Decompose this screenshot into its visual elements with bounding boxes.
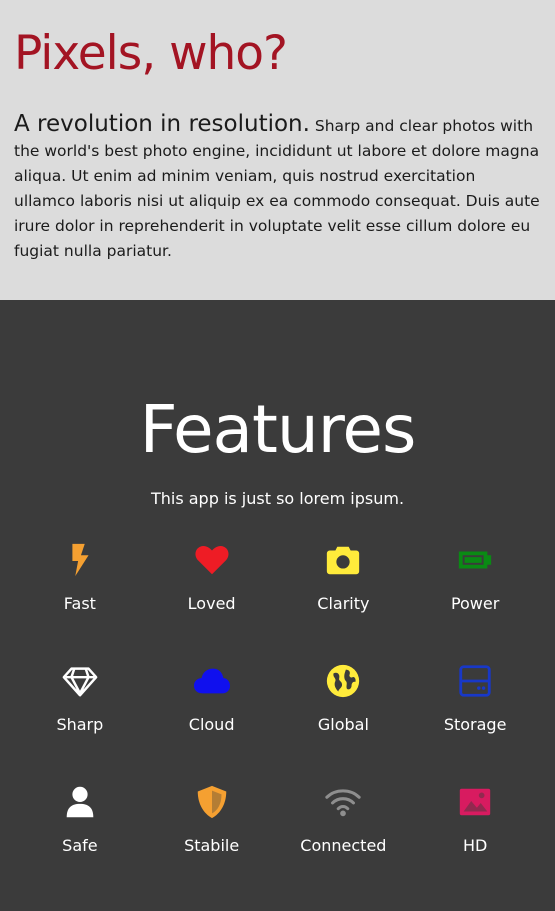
feature-global: Global [278, 661, 410, 737]
feature-label: Connected [300, 836, 387, 855]
features-title: Features [139, 391, 417, 468]
user-icon [60, 782, 100, 822]
feature-loved: Loved [146, 540, 278, 616]
feature-label: Fast [63, 594, 96, 613]
features-grid: Fast Loved Clarity Power Sharp Cloud Glo… [14, 540, 541, 858]
hero-title: Pixels, who? [14, 26, 288, 81]
image-icon [455, 782, 495, 822]
shield-icon [192, 782, 232, 822]
feature-label: Clarity [317, 594, 370, 613]
hero-section: Pixels, who? A revolution in resolution.… [0, 0, 555, 300]
feature-cloud: Cloud [146, 661, 278, 737]
feature-label: Cloud [188, 715, 235, 734]
feature-fast: Fast [14, 540, 146, 616]
features-subtitle: This app is just so lorem ipsum. [150, 489, 405, 508]
feature-sharp: Sharp [14, 661, 146, 737]
battery-icon [455, 540, 495, 580]
hero-body: Sharp and clear photos with the world's … [14, 116, 540, 260]
bolt-icon [60, 540, 100, 580]
feature-clarity: Clarity [278, 540, 410, 616]
globe-icon [323, 661, 363, 701]
feature-storage: Storage [409, 661, 541, 737]
feature-label: Power [450, 594, 500, 613]
feature-safe: Safe [14, 782, 146, 858]
feature-label: Loved [187, 594, 236, 613]
feature-label: HD [462, 836, 488, 855]
feature-label: Global [317, 715, 369, 734]
feature-label: Safe [62, 836, 98, 855]
wifi-icon [323, 782, 363, 822]
diamond-icon [60, 661, 100, 701]
feature-connected: Connected [278, 782, 410, 858]
hero-paragraph: A revolution in resolution. Sharp and cl… [14, 110, 541, 264]
heart-icon [192, 540, 232, 580]
hard-drive-icon [455, 661, 495, 701]
feature-stabile: Stabile [146, 782, 278, 858]
hero-lead: A revolution in resolution. [14, 110, 310, 137]
feature-label: Stabile [184, 836, 240, 855]
cloud-icon [192, 661, 232, 701]
feature-hd: HD [409, 782, 541, 858]
feature-label: Storage [443, 715, 507, 734]
features-section: Features This app is just so lorem ipsum… [0, 300, 555, 911]
feature-label: Sharp [56, 715, 104, 734]
camera-icon [323, 540, 363, 580]
feature-power: Power [409, 540, 541, 616]
